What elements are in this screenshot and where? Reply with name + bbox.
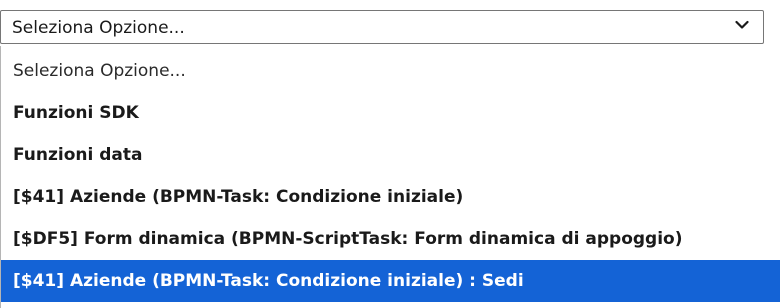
option-select[interactable]: Seleziona Opzione... — [0, 10, 764, 44]
select-current-value: Seleziona Opzione... — [12, 18, 185, 38]
option-placeholder[interactable]: Seleziona Opzione... — [1, 50, 780, 92]
chevron-down-icon[interactable] — [735, 20, 749, 30]
option-aziende-sedi[interactable]: [$41] Aziende (BPMN-Task: Condizione ini… — [1, 260, 780, 302]
option-funzioni-data[interactable]: Funzioni data — [1, 134, 780, 176]
option-aziende[interactable]: [$41] Aziende (BPMN-Task: Condizione ini… — [1, 176, 780, 218]
option-form-dinamica[interactable]: [$DF5] Form dinamica (BPMN-ScriptTask: F… — [1, 218, 780, 260]
option-funzioni-sdk[interactable]: Funzioni SDK — [1, 92, 780, 134]
dropdown-list: Seleziona Opzione... Funzioni SDK Funzio… — [0, 46, 780, 308]
